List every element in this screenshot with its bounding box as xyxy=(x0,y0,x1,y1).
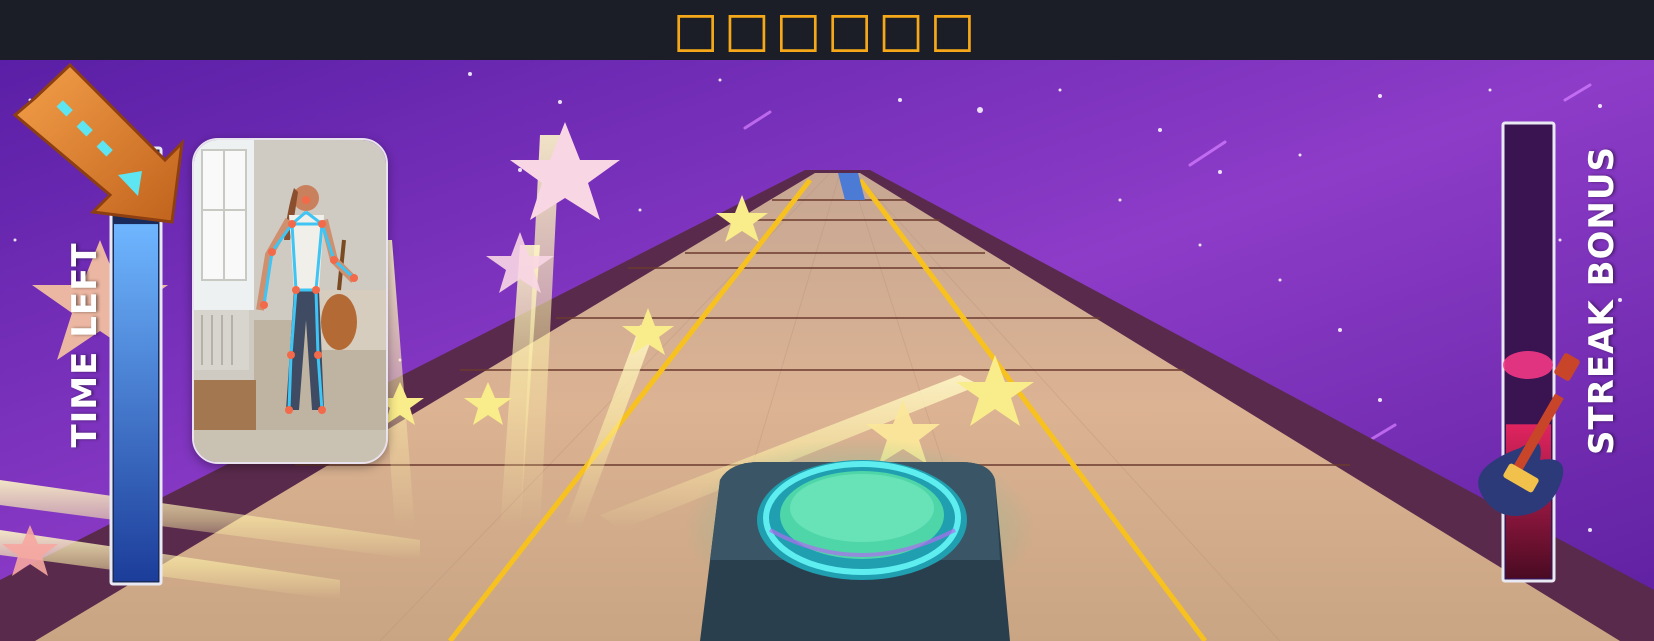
page-title: □□□□□□ xyxy=(672,2,982,58)
camera-feed xyxy=(192,138,388,464)
pose-camera-image xyxy=(194,140,386,462)
time-left-fill xyxy=(114,224,158,581)
hit-button-icon[interactable] xyxy=(685,438,1035,641)
time-left-label: TIME LEFT xyxy=(65,242,105,448)
title-bar: □□□□□□ xyxy=(0,0,1654,60)
game-stage: □□□□□□ TIME LEFT STREAK BONUS xyxy=(0,0,1654,641)
game-scene: TIME LEFT STREAK BONUS xyxy=(0,60,1654,641)
streak-bonus-label: STREAK BONUS xyxy=(1582,146,1622,455)
